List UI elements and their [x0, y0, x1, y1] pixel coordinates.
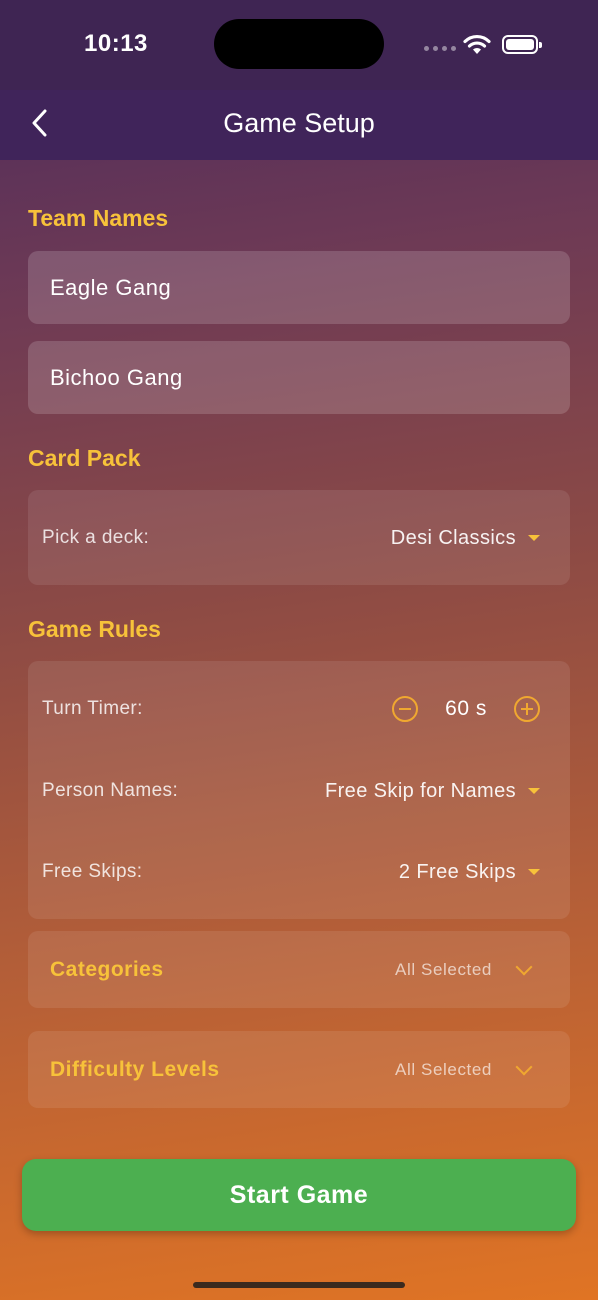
person-names-row: Person Names: Free Skip for Names [42, 771, 540, 811]
team2-input[interactable] [50, 364, 570, 391]
deck-row: Pick a deck: Desi Classics [42, 518, 540, 558]
difficulty-title: Difficulty Levels [50, 1057, 220, 1081]
turn-timer-row: Turn Timer: 60 s [42, 689, 540, 729]
minus-circle-icon[interactable] [392, 696, 418, 722]
categories-status: All Selected [395, 959, 492, 979]
team-names-heading: Team Names [28, 205, 169, 231]
free-skips-value: 2 Free Skips [398, 860, 516, 883]
cellular-signal-icon [424, 46, 456, 51]
free-skips-label: Free Skips: [42, 861, 143, 882]
dynamic-island [214, 19, 384, 69]
categories-expander[interactable]: Categories All Selected [28, 931, 570, 1008]
categories-right: All Selected [395, 958, 533, 980]
chevron-down-icon [515, 1058, 533, 1075]
game-rules-heading: Game Rules [28, 616, 161, 642]
dropdown-caret-icon [528, 535, 540, 541]
deck-value: Desi Classics [390, 526, 516, 549]
turn-timer-label: Turn Timer: [42, 698, 143, 719]
team1-field[interactable] [28, 251, 570, 324]
difficulty-expander[interactable]: Difficulty Levels All Selected [28, 1031, 570, 1108]
person-names-value: Free Skip for Names [325, 779, 516, 802]
chevron-down-icon [515, 958, 533, 975]
battery-icon [502, 35, 542, 54]
difficulty-right: All Selected [395, 1058, 533, 1080]
start-game-button[interactable]: Start Game [22, 1159, 576, 1231]
turn-timer-stepper: 60 s [392, 696, 540, 722]
deck-dropdown[interactable]: Desi Classics [391, 527, 540, 550]
card-pack-heading: Card Pack [28, 445, 141, 471]
deck-label: Pick a deck: [42, 527, 150, 548]
page-title: Game Setup [223, 108, 375, 138]
person-names-label: Person Names: [42, 780, 179, 801]
categories-title: Categories [50, 957, 164, 981]
difficulty-status: All Selected [395, 1059, 492, 1079]
wifi-icon [463, 34, 491, 54]
free-skips-dropdown[interactable]: 2 Free Skips [399, 861, 540, 884]
turn-timer-value: 60 s [445, 697, 487, 720]
dropdown-caret-icon [528, 869, 540, 875]
game-rules-card: Turn Timer: 60 s Person Names: Free Skip… [28, 661, 570, 919]
person-names-dropdown[interactable]: Free Skip for Names [325, 780, 540, 803]
free-skips-row: Free Skips: 2 Free Skips [42, 852, 540, 892]
team1-input[interactable] [50, 274, 570, 301]
plus-circle-icon[interactable] [514, 696, 540, 722]
card-pack-card: Pick a deck: Desi Classics [28, 490, 570, 585]
status-time: 10:13 [84, 30, 148, 57]
home-indicator [193, 1282, 405, 1288]
dropdown-caret-icon [528, 788, 540, 794]
team2-field[interactable] [28, 341, 570, 414]
